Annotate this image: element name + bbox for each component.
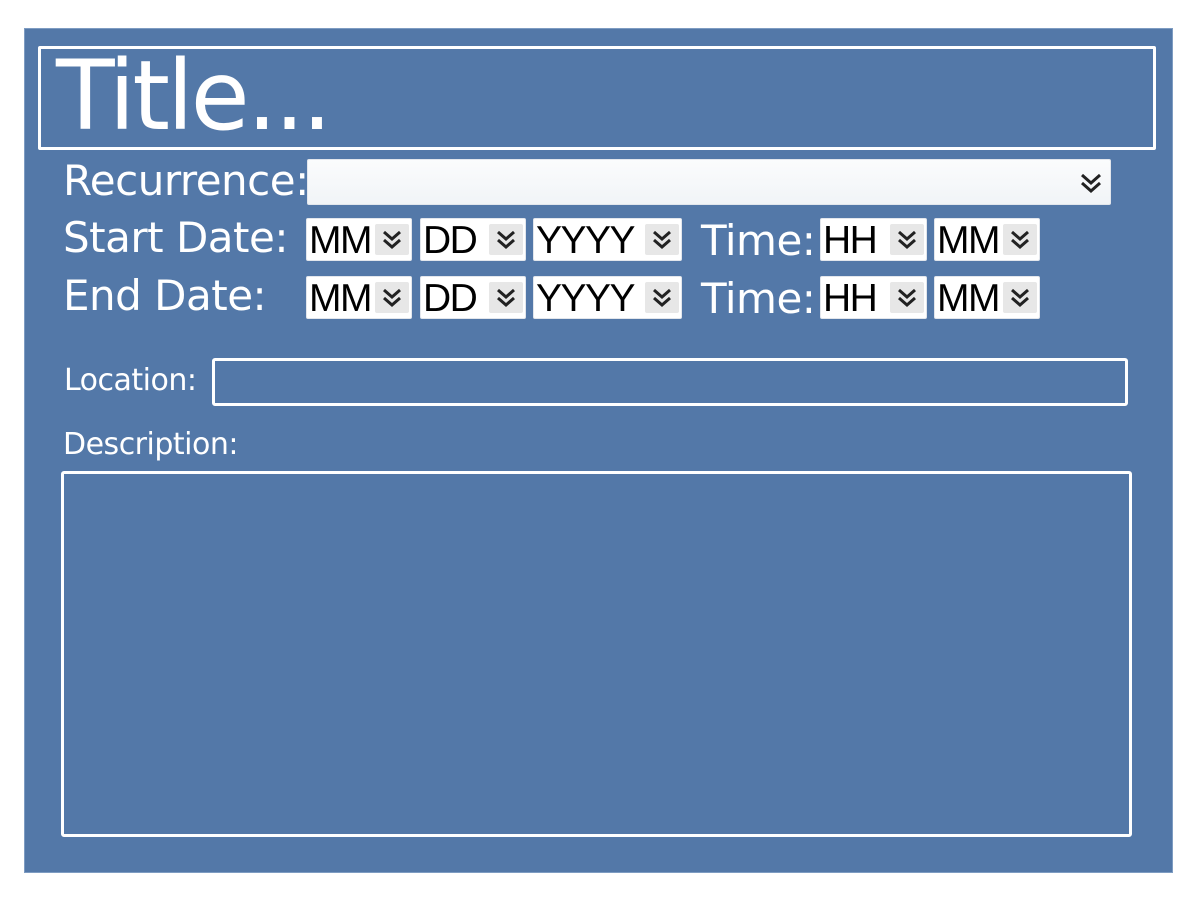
double-chevron-down-icon[interactable]: [375, 282, 409, 313]
double-chevron-down-icon[interactable]: [890, 282, 924, 313]
location-input[interactable]: [212, 358, 1128, 406]
start-year-value: YYYY: [536, 219, 636, 261]
double-chevron-down-icon[interactable]: [375, 224, 409, 255]
start-minute-value: MM: [937, 219, 1000, 261]
end-hour-value: HH: [823, 277, 878, 319]
end-date-label: End Date:: [63, 271, 267, 320]
end-day-value: DD: [423, 277, 478, 319]
start-time-label: Time:: [701, 216, 816, 265]
double-chevron-down-icon[interactable]: [1003, 282, 1037, 313]
start-minute-dropdown[interactable]: MM: [934, 218, 1040, 261]
end-year-value: YYYY: [536, 277, 636, 319]
double-chevron-down-icon[interactable]: [645, 224, 679, 255]
description-label: Description:: [63, 427, 238, 462]
end-year-dropdown[interactable]: YYYY: [533, 276, 682, 319]
double-chevron-down-icon[interactable]: [489, 282, 523, 313]
start-day-value: DD: [423, 219, 478, 261]
end-time-label: Time:: [701, 274, 816, 323]
location-label: Location:: [64, 363, 197, 398]
double-chevron-down-icon[interactable]: [890, 224, 924, 255]
start-month-dropdown[interactable]: MM: [306, 218, 412, 261]
double-chevron-down-icon[interactable]: [1074, 167, 1108, 198]
start-hour-value: HH: [823, 219, 878, 261]
end-hour-dropdown[interactable]: HH: [820, 276, 927, 319]
double-chevron-down-icon[interactable]: [1003, 224, 1037, 255]
start-year-dropdown[interactable]: YYYY: [533, 218, 682, 261]
end-month-value: MM: [309, 277, 372, 319]
start-hour-dropdown[interactable]: HH: [820, 218, 927, 261]
title-placeholder: Title...: [56, 40, 332, 152]
recurrence-label: Recurrence:: [63, 156, 309, 205]
end-minute-dropdown[interactable]: MM: [934, 276, 1040, 319]
description-textarea[interactable]: [61, 471, 1132, 837]
end-month-dropdown[interactable]: MM: [306, 276, 412, 319]
end-day-dropdown[interactable]: DD: [420, 276, 526, 319]
end-minute-value: MM: [937, 277, 1000, 319]
double-chevron-down-icon[interactable]: [489, 224, 523, 255]
start-day-dropdown[interactable]: DD: [420, 218, 526, 261]
start-month-value: MM: [309, 219, 372, 261]
double-chevron-down-icon[interactable]: [645, 282, 679, 313]
start-date-label: Start Date:: [63, 213, 289, 262]
recurrence-dropdown[interactable]: [307, 159, 1111, 205]
